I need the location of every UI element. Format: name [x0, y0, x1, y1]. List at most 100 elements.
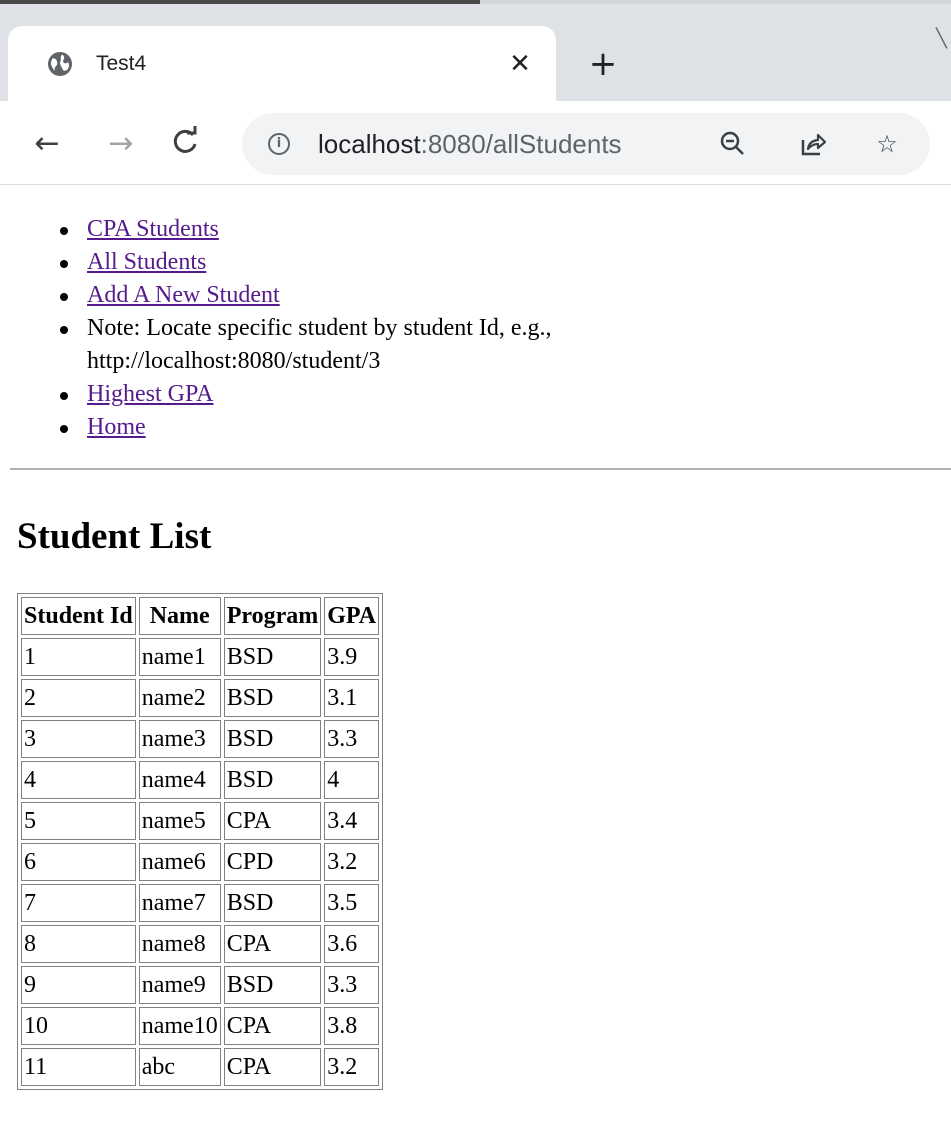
cell-gpa: 3.6: [324, 925, 380, 963]
cell-gpa: 3.5: [324, 884, 380, 922]
bullet: [60, 326, 68, 334]
nav-list: CPA Students All Students Add A New Stud…: [60, 213, 700, 444]
list-item: All Students: [60, 246, 700, 279]
cell-name: name2: [138, 679, 221, 717]
cell-program: BSD: [223, 638, 322, 676]
cell-student-id: 7: [21, 884, 136, 922]
table-header-row: Student Id Name Program GPA: [21, 597, 380, 635]
tab-title: Test4: [96, 52, 147, 75]
cell-program: CPD: [223, 843, 322, 881]
cell-gpa: 3.3: [324, 720, 380, 758]
info-icon[interactable]: i: [268, 133, 290, 155]
table-row: 2 name2 BSD 3.1: [21, 679, 380, 717]
list-item: CPA Students: [60, 213, 700, 246]
cell-program: BSD: [223, 761, 322, 799]
cell-program: CPA: [223, 1048, 322, 1086]
forward-arrow-icon[interactable]: →: [104, 127, 138, 161]
cell-student-id: 5: [21, 802, 136, 840]
cell-student-id: 4: [21, 761, 136, 799]
cell-gpa: 3.3: [324, 966, 380, 1004]
table-row: 1 name1 BSD 3.9: [21, 638, 380, 676]
home-link[interactable]: Home: [87, 414, 146, 440]
cell-name: name1: [138, 638, 221, 676]
cell-program: BSD: [223, 720, 322, 758]
table-row: 7 name7 BSD 3.5: [21, 884, 380, 922]
cell-student-id: 9: [21, 966, 136, 1004]
cell-program: BSD: [223, 966, 322, 1004]
zoom-out-icon[interactable]: [718, 129, 748, 159]
share-icon[interactable]: [798, 129, 828, 159]
divider: [10, 468, 951, 470]
table-row: 3 name3 BSD 3.3: [21, 720, 380, 758]
cell-program: BSD: [223, 679, 322, 717]
globe-icon: [46, 50, 74, 78]
header-name: Name: [138, 597, 221, 635]
bullet: [60, 260, 68, 268]
browser-toolbar: ← → i localhost:8080/allStudents ☆: [0, 101, 951, 185]
list-item: Add A New Student: [60, 279, 700, 312]
browser-tab[interactable]: Test4 ✕: [8, 26, 556, 102]
table-row: 4 name4 BSD 4: [21, 761, 380, 799]
cell-name: name8: [138, 925, 221, 963]
address-bar[interactable]: i localhost:8080/allStudents ☆: [242, 113, 930, 175]
cell-gpa: 4: [324, 761, 380, 799]
cell-gpa: 3.8: [324, 1007, 380, 1045]
reload-icon[interactable]: [168, 125, 202, 159]
header-program: Program: [223, 597, 322, 635]
list-item: Home: [60, 411, 700, 444]
bullet: [60, 227, 68, 235]
cell-gpa: 3.2: [324, 1048, 380, 1086]
bullet: [60, 425, 68, 433]
bullet: [60, 392, 68, 400]
cell-gpa: 3.2: [324, 843, 380, 881]
star-icon[interactable]: ☆: [872, 129, 902, 159]
cell-student-id: 10: [21, 1007, 136, 1045]
window-top-edge-right: [480, 0, 951, 4]
url-path: :8080/allStudents: [420, 129, 622, 159]
cell-name: name9: [138, 966, 221, 1004]
browser-tab-strip: Test4 ✕ + ╲: [0, 0, 951, 102]
cell-gpa: 3.4: [324, 802, 380, 840]
list-item: Note: Locate specific student by student…: [60, 312, 700, 378]
cell-name: name3: [138, 720, 221, 758]
cell-student-id: 11: [21, 1048, 136, 1086]
cell-program: CPA: [223, 802, 322, 840]
bullet: [60, 293, 68, 301]
close-icon[interactable]: ✕: [508, 51, 532, 77]
header-gpa: GPA: [324, 597, 380, 635]
cell-name: name6: [138, 843, 221, 881]
table-row: 11 abc CPA 3.2: [21, 1048, 380, 1086]
student-table: Student Id Name Program GPA 1 name1 BSD 3.9…: [17, 593, 384, 1090]
page-title: Student List: [17, 516, 212, 557]
cell-student-id: 2: [21, 679, 136, 717]
cpa-students-link[interactable]: CPA Students: [87, 216, 219, 242]
cell-student-id: 1: [21, 638, 136, 676]
cell-name: name10: [138, 1007, 221, 1045]
highest-gpa-link[interactable]: Highest GPA: [87, 381, 213, 407]
cell-name: name4: [138, 761, 221, 799]
cell-program: CPA: [223, 925, 322, 963]
url-text[interactable]: localhost:8080/allStudents: [318, 127, 622, 161]
cell-student-id: 8: [21, 925, 136, 963]
cell-gpa: 3.1: [324, 679, 380, 717]
cell-program: CPA: [223, 1007, 322, 1045]
note-text: Note: Locate specific student by student…: [87, 315, 552, 374]
list-item: Highest GPA: [60, 378, 700, 411]
cell-program: BSD: [223, 884, 322, 922]
table-row: 5 name5 CPA 3.4: [21, 802, 380, 840]
all-students-link[interactable]: All Students: [87, 249, 206, 275]
table-row: 9 name9 BSD 3.3: [21, 966, 380, 1004]
chevron-icon[interactable]: ╲: [936, 28, 951, 49]
cell-gpa: 3.9: [324, 638, 380, 676]
header-student-id: Student Id: [21, 597, 136, 635]
url-host: localhost: [318, 129, 421, 159]
cell-student-id: 6: [21, 843, 136, 881]
window-top-edge: [0, 0, 480, 4]
back-arrow-icon[interactable]: ←: [30, 127, 64, 161]
plus-icon[interactable]: +: [588, 47, 618, 81]
cell-name: abc: [138, 1048, 221, 1086]
cell-name: name7: [138, 884, 221, 922]
cell-student-id: 3: [21, 720, 136, 758]
table-row: 10 name10 CPA 3.8: [21, 1007, 380, 1045]
add-student-link[interactable]: Add A New Student: [87, 282, 280, 308]
